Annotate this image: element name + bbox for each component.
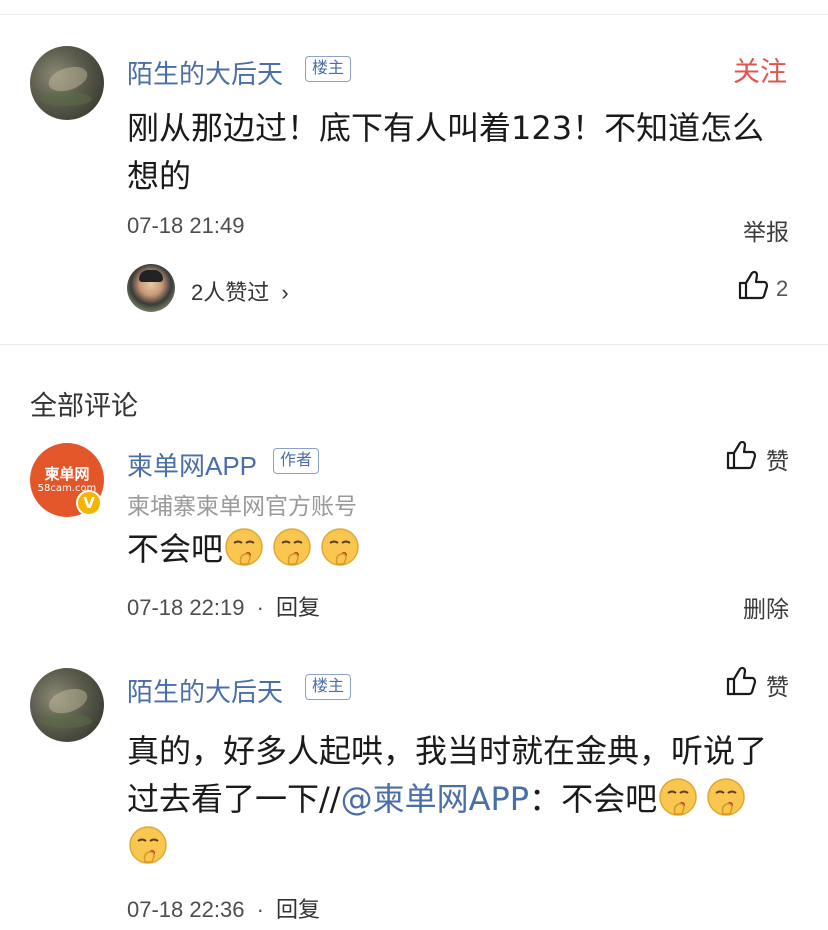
likers-link[interactable]: 2人赞过 › [191,275,289,307]
comment-text-tail: ：不会吧 [529,780,658,818]
comment-author-name[interactable]: 陌生的大后天 [127,672,283,709]
post-content: 刚从那边过！底下有人叫着123！不知道怎么想的 [127,109,765,195]
comment-meta: 07-18 22:19 · 回复 [127,590,320,622]
meta-separator: · [256,595,264,620]
comment-timestamp: 07-18 22:36 [127,897,245,922]
liker-avatar[interactable] [127,264,175,312]
meta-separator: · [256,897,264,922]
comment-author-avatar[interactable] [30,668,104,742]
thumbs-up-icon [725,439,757,471]
comment-meta: 07-18 22:36 · 回复 [127,892,320,924]
comment-like-label[interactable]: 赞 [766,442,789,476]
op-badge: 楼主 [305,56,352,82]
shushing-emoji-icon [319,526,361,568]
chevron-right-icon: › [281,280,289,305]
author-badge: 作者 [273,448,320,474]
report-button[interactable]: 举报 [743,213,789,247]
comment-content: 真的，好多人起哄，我当时就在金典，听说了过去看了一下//@柬单网APP：不会吧 [127,727,792,871]
comment-timestamp: 07-18 22:19 [127,595,245,620]
top-divider [0,14,828,15]
section-divider [0,344,828,345]
comment-text: 不会吧 [127,530,224,568]
brand-logo-text: 柬单网 [44,465,90,483]
op-badge: 楼主 [305,674,352,700]
delete-button[interactable]: 删除 [743,590,789,624]
shushing-emoji-icon [127,824,169,866]
post-like-count: 2 [776,276,789,301]
thumbs-up-icon [725,665,757,697]
shushing-emoji-icon [657,776,699,818]
verified-icon: V [76,490,102,516]
shushing-emoji-icon [705,776,747,818]
post-author-name[interactable]: 陌生的大后天 [127,54,283,91]
comment-author-name[interactable]: 柬单网APP [127,446,257,483]
comment-like-label[interactable]: 赞 [766,668,789,702]
post-author-avatar[interactable] [30,46,104,120]
thumbs-up-icon [737,269,769,301]
reply-button[interactable]: 回复 [276,897,320,922]
shushing-emoji-icon [271,526,313,568]
shushing-emoji-icon [223,526,265,568]
comment-like-button[interactable] [725,439,757,471]
reply-button[interactable]: 回复 [276,595,320,620]
all-comments-title: 全部评论 [30,391,138,422]
comment-author-subtitle: 柬埔寨柬单网官方账号 [127,494,357,520]
post-like-button[interactable] [737,269,769,301]
comment-like-button[interactable] [725,665,757,697]
comment-content: 不会吧 [127,525,787,573]
post-timestamp: 07-18 21:49 [127,213,245,238]
follow-button[interactable]: 关注 [733,50,787,89]
mention-link[interactable]: @柬单网APP [341,780,530,818]
likers-text: 2人赞过 [191,280,270,305]
